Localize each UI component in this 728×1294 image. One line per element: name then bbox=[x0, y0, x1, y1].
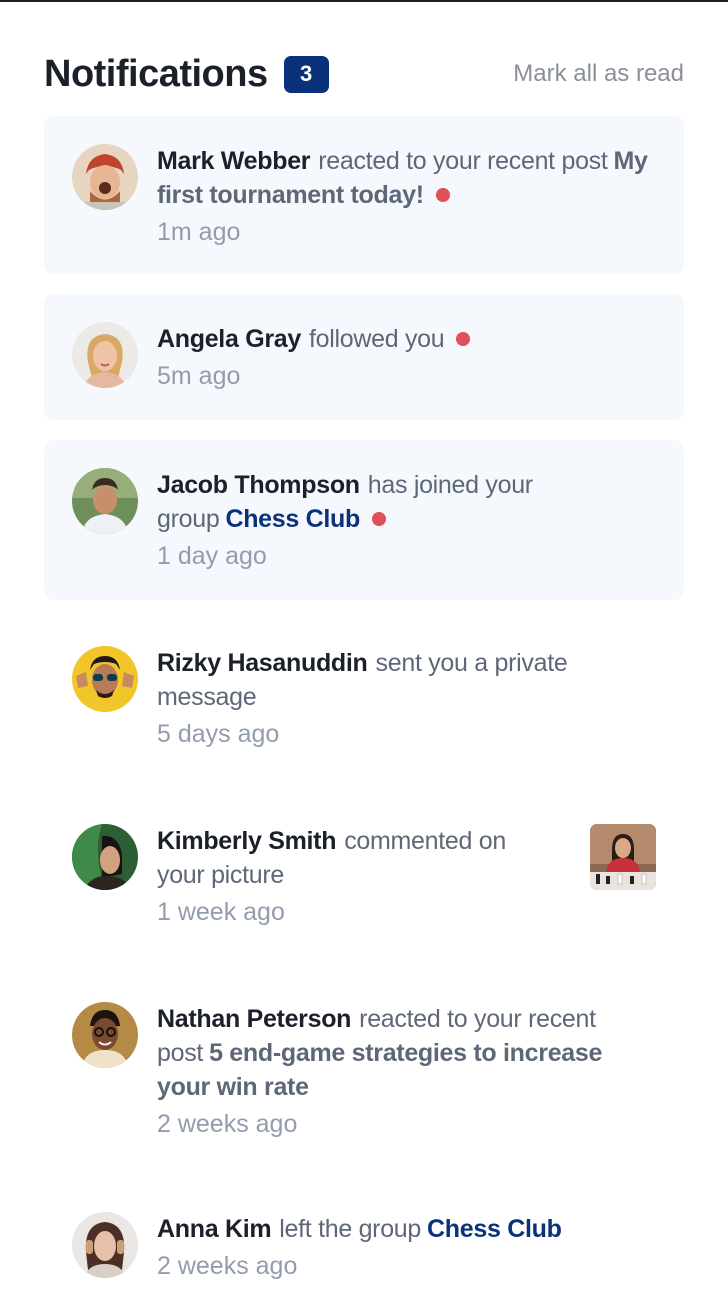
page-title: Notifications bbox=[44, 52, 268, 95]
notification-time: 2 weeks ago bbox=[157, 1110, 298, 1138]
user-name-link[interactable]: Kimberly Smith bbox=[157, 827, 336, 855]
notification-time: 1m ago bbox=[157, 218, 241, 246]
chess-picture-thumbnail[interactable] bbox=[590, 824, 656, 890]
notification-item[interactable]: Rizky Hasanuddin sent you a private messa… bbox=[44, 618, 684, 778]
mark-all-read-button[interactable]: Mark all as read bbox=[513, 60, 684, 88]
user-name-link[interactable]: Angela Gray bbox=[157, 325, 301, 353]
notification-item[interactable]: Angela Gray followed you 5m ago bbox=[44, 294, 684, 420]
user-name-link[interactable]: Rizky Hasanuddin bbox=[157, 649, 368, 677]
notification-text: Jacob Thompson has joined your group Chess… bbox=[157, 468, 656, 536]
group-name-link[interactable]: Chess Club bbox=[225, 505, 360, 533]
notification-text: Nathan Peterson reacted to your recent po… bbox=[157, 1002, 656, 1104]
notification-action: followed you bbox=[308, 325, 445, 353]
notification-time: 5m ago bbox=[157, 362, 241, 390]
notification-time: 2 weeks ago bbox=[157, 1252, 298, 1280]
notification-item[interactable]: Kimberly Smith commented on your picture … bbox=[44, 796, 684, 956]
notification-item[interactable]: Mark Webber reacted to your recent post My… bbox=[44, 116, 684, 274]
notification-action: left the group bbox=[279, 1215, 422, 1243]
notification-item[interactable]: Nathan Peterson reacted to your recent po… bbox=[44, 974, 684, 1166]
notification-text: Mark Webber reacted to your recent post My… bbox=[157, 144, 656, 212]
notification-time: 1 day ago bbox=[157, 542, 267, 570]
notification-text: Kimberly Smith commented on your picture bbox=[157, 824, 544, 892]
unread-count-badge: 3 bbox=[283, 55, 329, 93]
user-name-link[interactable]: Jacob Thompson bbox=[157, 471, 360, 499]
avatar-angela-gray[interactable] bbox=[72, 322, 138, 388]
notification-item[interactable]: Anna Kim left the group Chess Club 2 weeks… bbox=[44, 1184, 684, 1294]
avatar-mark-webber[interactable] bbox=[72, 144, 138, 210]
unread-dot bbox=[456, 332, 471, 346]
notification-time: 5 days ago bbox=[157, 720, 280, 748]
avatar-anna-kim[interactable] bbox=[72, 1212, 138, 1278]
header-title-group: Notifications 3 bbox=[44, 53, 329, 96]
user-name-link[interactable]: Nathan Peterson bbox=[157, 1005, 351, 1033]
notification-time: 1 week ago bbox=[157, 898, 285, 926]
avatar-nathan-peterson[interactable] bbox=[72, 1002, 138, 1068]
notifications-header: Notifications 3 Mark all as read bbox=[44, 52, 684, 96]
notification-text: Angela Gray followed you bbox=[157, 322, 656, 356]
group-name-link[interactable]: Chess Club bbox=[427, 1215, 562, 1243]
notification-text: Anna Kim left the group Chess Club bbox=[157, 1212, 656, 1246]
top-border bbox=[0, 0, 728, 2]
avatar-kimberly-smith[interactable] bbox=[72, 824, 138, 890]
post-title-link[interactable]: 5 end-game strategies to increase your w… bbox=[157, 1039, 602, 1101]
notification-text: Rizky Hasanuddin sent you a private messa… bbox=[157, 646, 656, 714]
avatar-jacob-thompson[interactable] bbox=[72, 468, 138, 534]
unread-dot bbox=[435, 188, 450, 202]
notification-list: Mark Webber reacted to your recent post My… bbox=[44, 116, 684, 1294]
unread-dot bbox=[371, 512, 386, 526]
notification-item[interactable]: Jacob Thompson has joined your group Chess… bbox=[44, 440, 684, 600]
user-name-link[interactable]: Anna Kim bbox=[157, 1215, 272, 1243]
notification-action: reacted to your recent post bbox=[318, 147, 608, 175]
user-name-link[interactable]: Mark Webber bbox=[157, 147, 311, 175]
avatar-rizky-hasanuddin[interactable] bbox=[72, 646, 138, 712]
